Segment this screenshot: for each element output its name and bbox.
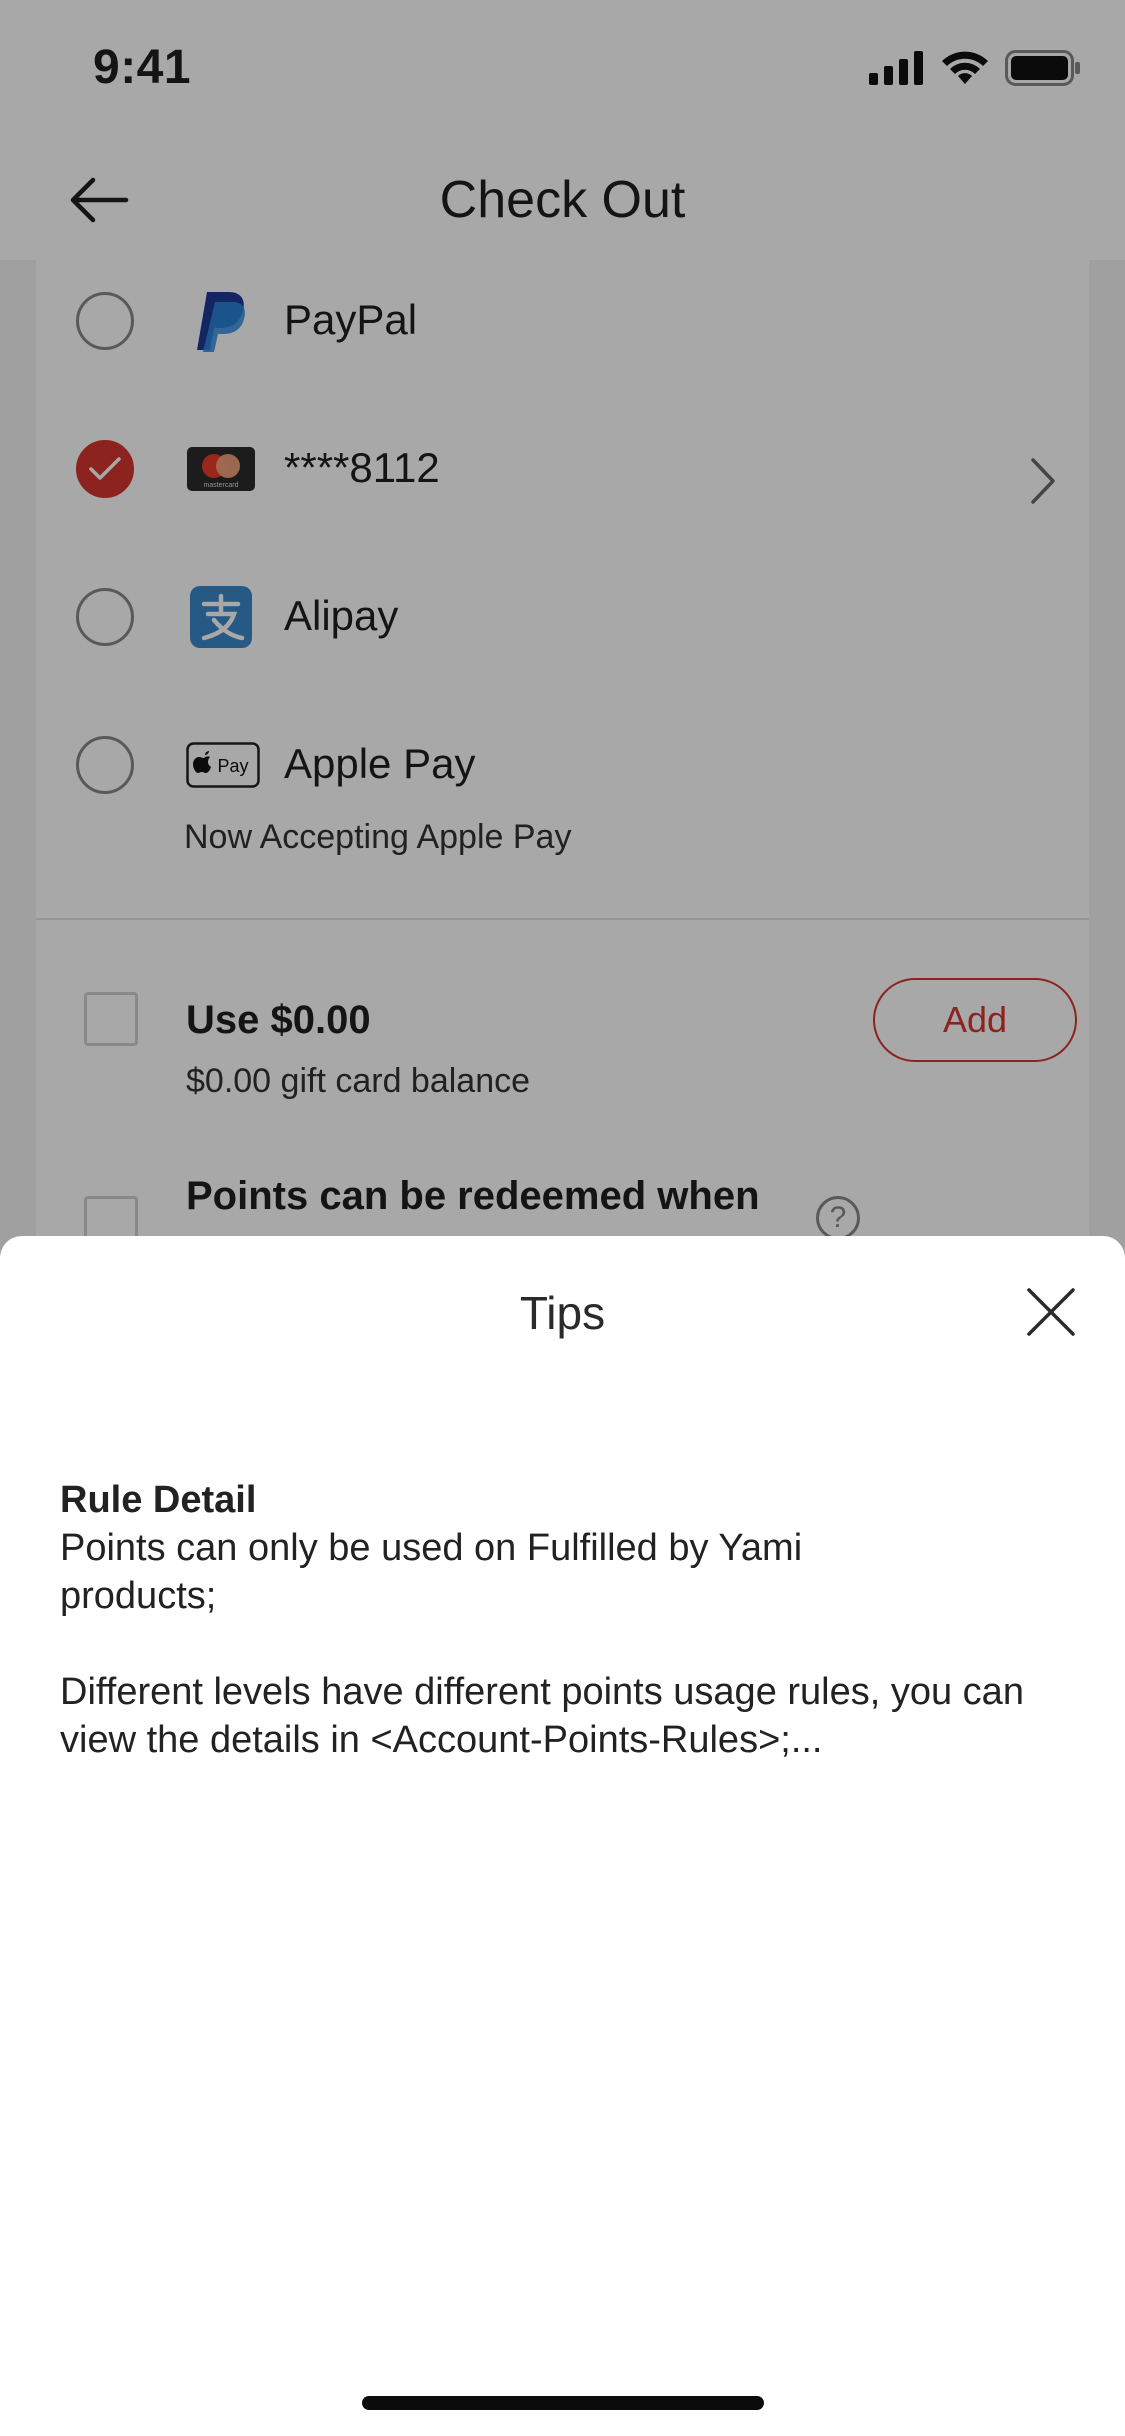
rule-text-2: Different levels have different points u…	[60, 1671, 1024, 1761]
close-icon[interactable]	[1025, 1286, 1077, 1338]
tips-sheet: Tips Rule Detail Points can only be used…	[0, 1236, 1125, 2436]
sheet-title: Tips	[519, 1287, 606, 1339]
rule-text-1: Points can only be used on Fulfilled by …	[60, 1527, 803, 1617]
home-indicator	[362, 2396, 764, 2410]
rule-detail: Rule Detail Points can only be used on F…	[60, 1476, 1070, 1764]
rule-heading: Rule Detail	[60, 1479, 257, 1521]
